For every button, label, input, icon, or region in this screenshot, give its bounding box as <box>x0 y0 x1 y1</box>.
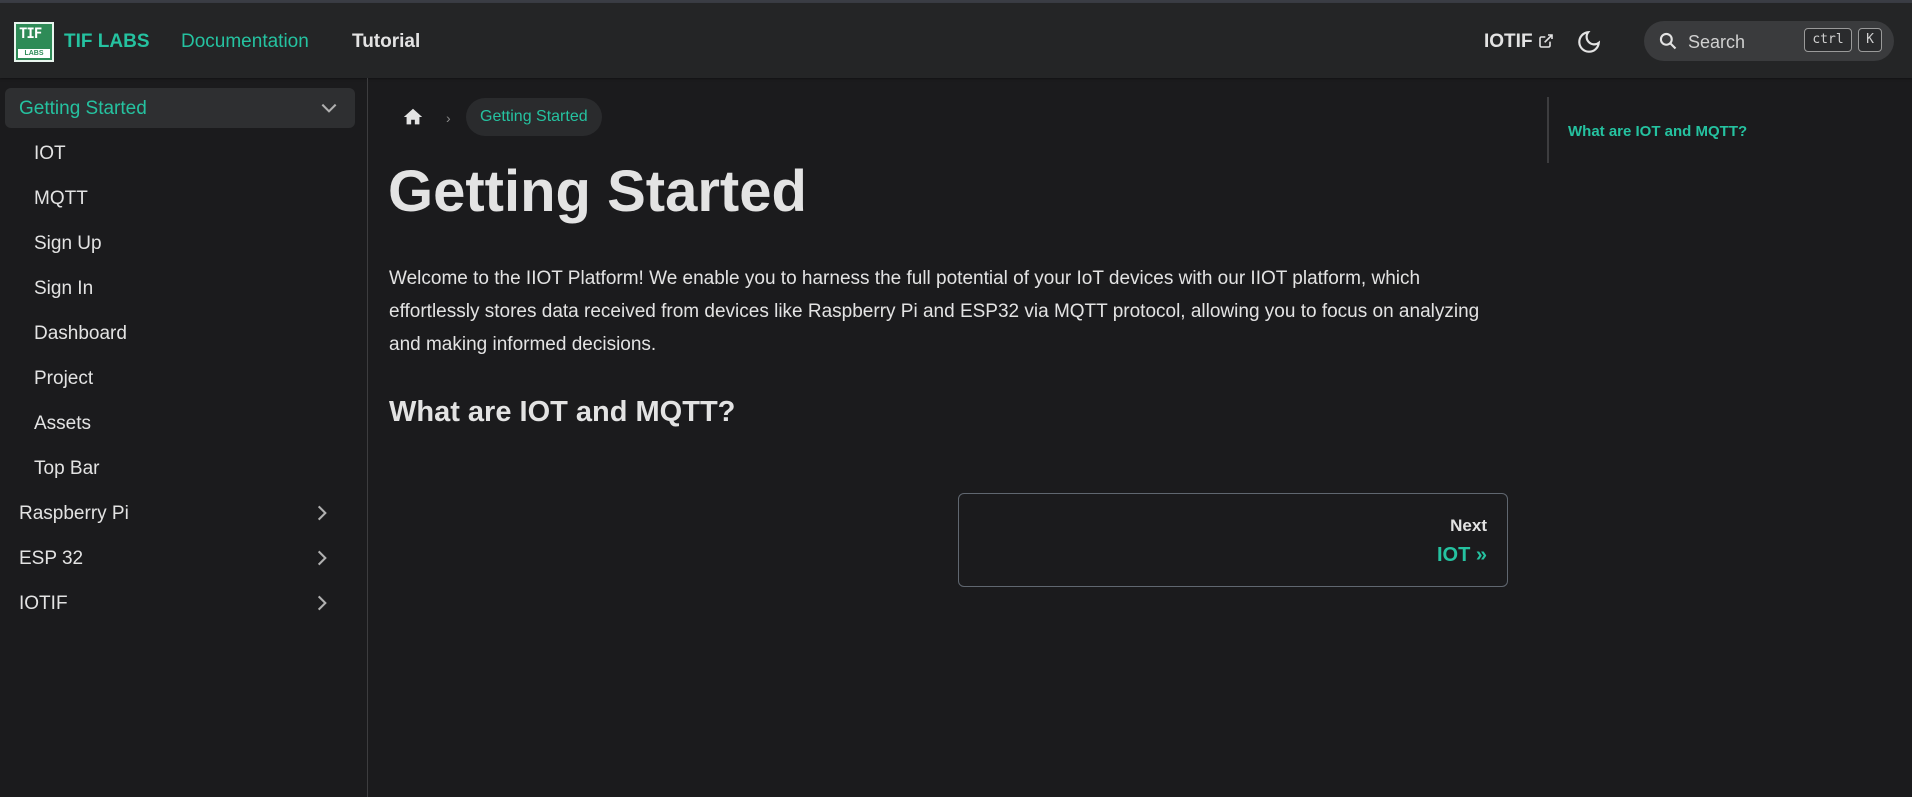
logo-subtext: LABS <box>18 49 50 58</box>
sidebar-item-label: Sign Up <box>34 233 102 254</box>
toc-link-what-are-iot-and-mqtt[interactable]: What are IOT and MQTT? <box>1568 123 1747 140</box>
sidebar-item-sign-up[interactable]: Sign Up <box>0 223 354 263</box>
sidebar-item-label: MQTT <box>34 188 88 209</box>
chevron-right-icon[interactable] <box>312 503 332 523</box>
top-navbar: TIF LABS TIF LABS Documentation Tutorial… <box>0 3 1912 78</box>
dark-mode-toggle-moon-icon[interactable] <box>1576 29 1602 55</box>
section-heading: What are IOT and MQTT? <box>389 396 736 428</box>
sidebar-item-project[interactable]: Project <box>0 358 354 398</box>
external-link-icon <box>1539 34 1553 48</box>
pagination-next-button[interactable]: Next IOT » <box>958 493 1508 587</box>
shortcut-key-ctrl: ctrl <box>1804 28 1852 52</box>
home-icon[interactable] <box>402 106 424 128</box>
tif-labs-logo[interactable]: TIF LABS <box>14 22 54 62</box>
sidebar-item-dashboard[interactable]: Dashboard <box>0 313 354 353</box>
nav-documentation[interactable]: Documentation <box>181 31 309 53</box>
chevron-right-icon[interactable] <box>312 548 332 568</box>
sidebar-item-assets[interactable]: Assets <box>0 403 354 443</box>
sidebar-item-top-bar[interactable]: Top Bar <box>0 448 354 488</box>
logo-text: TIF <box>19 26 42 42</box>
search-placeholder: Search <box>1688 32 1746 52</box>
shortcut-key-k: K <box>1858 28 1882 52</box>
sidebar-item-label: ESP 32 <box>19 548 84 569</box>
sidebar-item-getting-started[interactable]: Getting Started <box>5 88 355 128</box>
breadcrumb-current: Getting Started <box>466 98 602 136</box>
chevron-right-icon[interactable] <box>312 593 332 613</box>
docs-sidebar: Getting Started IOT MQTT Sign Up Sign In… <box>0 78 368 797</box>
intro-paragraph: Welcome to the IIOT Platform! We enable … <box>389 268 1480 355</box>
chevron-down-icon[interactable] <box>319 98 339 118</box>
sidebar-item-label: Dashboard <box>34 323 127 344</box>
sidebar-item-label: IOTIF <box>19 593 68 614</box>
page-title: Getting Started <box>388 159 807 224</box>
pagination-next-title: IOT » <box>1436 544 1487 566</box>
sidebar-item-label: Top Bar <box>34 458 100 479</box>
nav-iotif-link[interactable]: IOTIF <box>1484 31 1533 53</box>
nav-tutorial[interactable]: Tutorial <box>352 31 420 53</box>
sidebar-item-mqtt[interactable]: MQTT <box>0 178 354 218</box>
sidebar-item-label: Getting Started <box>19 98 147 119</box>
search-button[interactable]: Search ctrl K <box>1644 21 1894 61</box>
breadcrumb-separator: › <box>446 110 451 126</box>
sidebar-item-label: IOT <box>34 143 66 164</box>
sidebar-item-label: Raspberry Pi <box>19 503 129 524</box>
sidebar-item-label: Sign In <box>34 278 94 299</box>
pagination-next-label: Next <box>1450 516 1487 535</box>
sidebar-item-label: Assets <box>34 413 92 434</box>
sidebar-item-iot[interactable]: IOT <box>0 133 354 173</box>
sidebar-item-esp-32[interactable]: ESP 32 <box>0 538 354 578</box>
table-of-contents-border <box>1547 97 1549 163</box>
sidebar-item-iotif[interactable]: IOTIF <box>0 583 354 623</box>
sidebar-item-sign-in[interactable]: Sign In <box>0 268 354 308</box>
sidebar-item-raspberry-pi[interactable]: Raspberry Pi <box>0 493 354 533</box>
brand-title[interactable]: TIF LABS <box>64 31 150 53</box>
sidebar-item-label: Project <box>34 368 94 389</box>
search-icon <box>1659 32 1677 50</box>
